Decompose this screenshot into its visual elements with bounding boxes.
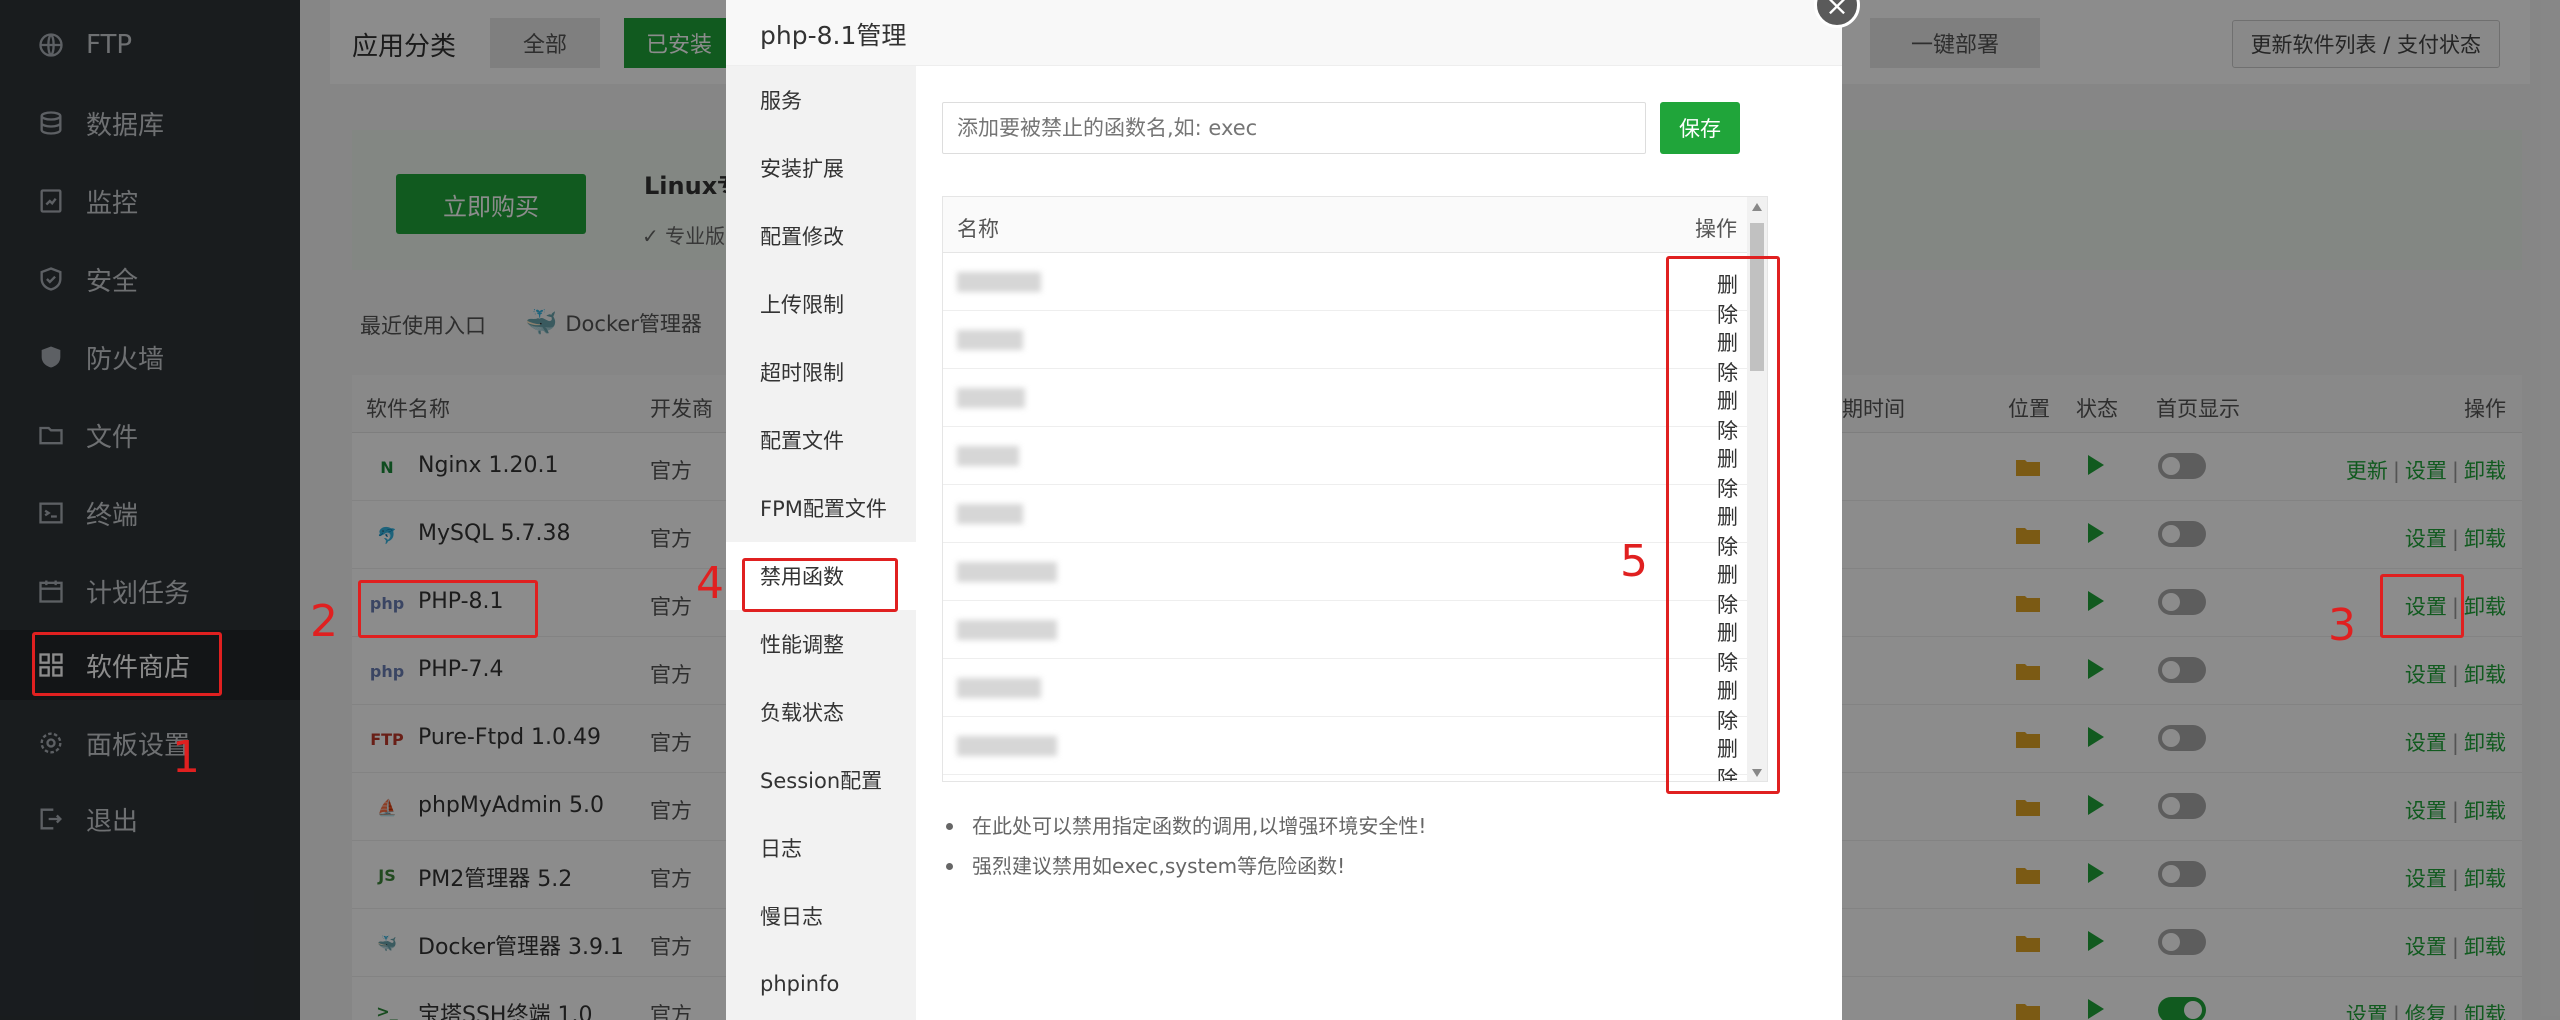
modal-header: php-8.1管理	[726, 0, 1842, 66]
blurred-function-name	[957, 620, 1057, 640]
fn-row: 删除	[943, 311, 1749, 385]
tip-item: 在此处可以禁用指定函数的调用,以增强环境安全性!	[942, 806, 1426, 846]
annotation-number-3: 3	[2328, 600, 2356, 651]
blurred-function-name	[957, 504, 1023, 524]
annotation-box-disabled-functions-tab	[742, 558, 898, 612]
fn-th-name: 名称	[957, 217, 999, 241]
blurred-function-name	[957, 736, 1057, 756]
tab-10[interactable]: Session配置	[726, 746, 916, 814]
blurred-function-name	[957, 272, 1041, 292]
tab-3[interactable]: 上传限制	[726, 270, 916, 338]
tab-1[interactable]: 安装扩展	[726, 134, 916, 202]
fn-row: 删除	[943, 659, 1749, 733]
fn-row: 删除	[943, 369, 1749, 443]
function-name-input[interactable]	[942, 102, 1646, 154]
fn-row: 删除	[943, 717, 1749, 781]
annotation-box-php81	[358, 580, 538, 638]
annotation-box-delete-column	[1666, 256, 1780, 794]
tab-13[interactable]: phpinfo	[726, 950, 916, 1018]
scroll-up-icon[interactable]	[1752, 203, 1762, 211]
blurred-function-name	[957, 678, 1041, 698]
annotation-box-app-store	[32, 632, 222, 696]
fn-row: 删除	[943, 485, 1749, 559]
tab-0[interactable]: 服务	[726, 66, 916, 134]
tab-2[interactable]: 配置修改	[726, 202, 916, 270]
blurred-function-name	[957, 446, 1019, 466]
blurred-function-name	[957, 330, 1023, 350]
fn-table-header: 名称 操作	[943, 197, 1767, 253]
modal-tabs: 服务 安装扩展 配置修改 上传限制 超时限制 配置文件 FPM配置文件 禁用函数 性能调整 负载状…	[726, 66, 916, 1020]
tab-8[interactable]: 性能调整	[726, 610, 916, 678]
disabled-functions-table: 名称 操作 删除 删除 删除 删除 删除 删除 删除 删除 删除	[942, 196, 1768, 782]
tab-11[interactable]: 日志	[726, 814, 916, 882]
fn-row: 删除	[943, 427, 1749, 501]
tip-item: 强烈建议禁用如exec,system等危险函数!	[942, 846, 1426, 886]
annotation-number-4: 4	[696, 558, 724, 609]
fn-row: 删除	[943, 601, 1749, 675]
annotation-number-1: 1	[172, 732, 200, 783]
fn-th-ops: 操作	[1695, 217, 1737, 241]
tab-4[interactable]: 超时限制	[726, 338, 916, 406]
annotation-number-2: 2	[310, 596, 338, 647]
tab-5[interactable]: 配置文件	[726, 406, 916, 474]
save-button[interactable]: 保存	[1660, 102, 1740, 154]
tab-9[interactable]: 负载状态	[726, 678, 916, 746]
annotation-box-settings	[2380, 574, 2464, 638]
blurred-function-name	[957, 562, 1057, 582]
tab-12[interactable]: 慢日志	[726, 882, 916, 950]
modal-title: php-8.1管理	[760, 21, 907, 50]
annotation-number-5: 5	[1620, 536, 1648, 587]
blurred-function-name	[957, 388, 1025, 408]
tips-list: 在此处可以禁用指定函数的调用,以增强环境安全性! 强烈建议禁用如exec,sys…	[942, 806, 1426, 886]
tab-6[interactable]: FPM配置文件	[726, 474, 916, 542]
fn-row: 删除	[943, 253, 1749, 327]
